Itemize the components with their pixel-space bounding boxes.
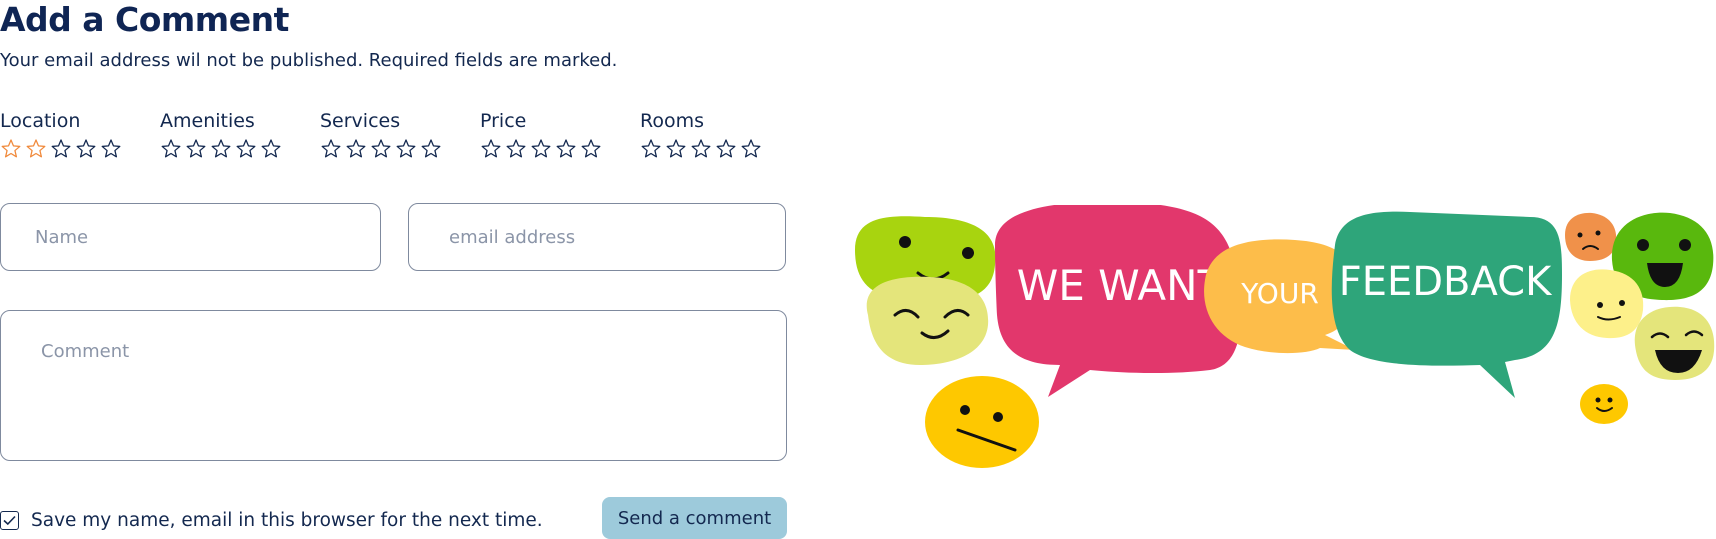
star-icon[interactable] [555,138,577,160]
star-icon[interactable] [75,138,97,160]
save-info-label: Save my name, email in this browser for … [31,510,543,531]
star-icon[interactable] [50,138,72,160]
star-icon[interactable] [420,138,442,160]
star-icon[interactable] [395,138,417,160]
form-subtitle: Your email address wil not be published.… [0,50,618,71]
star-icon[interactable] [530,138,552,160]
rating-amenities: Amenities [160,110,310,160]
star-icon[interactable] [480,138,502,160]
face-orange-sad-icon [1565,212,1617,261]
star-icon[interactable] [370,138,392,160]
rating-label-price: Price [480,110,527,132]
bubble-feedback: FEEDBACK [1331,211,1562,398]
bubble-text-feedback: FEEDBACK [1339,259,1553,305]
star-icon[interactable] [185,138,207,160]
star-icon[interactable] [0,138,22,160]
rating-label-rooms: Rooms [640,110,705,132]
star-icon[interactable] [580,138,602,160]
star-icon[interactable] [210,138,232,160]
page-title: Add a Comment [0,0,289,39]
star-icon[interactable] [160,138,182,160]
star-icon[interactable] [320,138,342,160]
face-cream-icon [1570,269,1644,339]
star-icon[interactable] [505,138,527,160]
star-icon[interactable] [640,138,662,160]
comment-page: Add a Comment Your email address wil not… [0,0,1716,539]
comment-textarea[interactable] [0,310,787,461]
star-rating-location [0,138,150,160]
star-icon[interactable] [235,138,257,160]
feedback-illustration: WE WANT YOUR FEEDBACK [855,205,1715,468]
name-input[interactable] [0,203,381,271]
rating-rooms: Rooms [640,110,790,160]
star-rating-amenities [160,138,310,160]
rating-label-amenities: Amenities [160,110,255,132]
checkmark-icon [3,515,16,526]
star-rating-rooms [640,138,790,160]
bubble-text-your: YOUR [1240,277,1319,310]
save-info-row: Save my name, email in this browser for … [0,510,543,531]
rating-label-services: Services [320,110,401,132]
rating-price: Price [480,110,630,160]
save-info-checkbox[interactable] [0,511,19,530]
face-pale-laugh-icon [1634,306,1715,380]
star-icon[interactable] [345,138,367,160]
star-icon[interactable] [25,138,47,160]
star-rating-services [320,138,470,160]
face-yellow-icon [925,376,1039,468]
bubble-text-we-want: WE WANT [1017,261,1224,310]
star-icon[interactable] [665,138,687,160]
star-rating-price [480,138,630,160]
star-icon[interactable] [690,138,712,160]
star-icon[interactable] [260,138,282,160]
rating-location: Location [0,110,150,160]
bubble-we-want: WE WANT [995,205,1241,397]
send-comment-button[interactable]: Send a comment [602,497,787,539]
rating-services: Services [320,110,470,160]
face-pale-yellow-icon [866,276,989,365]
email-input[interactable] [408,203,786,271]
face-small-yellow-icon [1580,384,1628,424]
star-icon[interactable] [100,138,122,160]
star-icon[interactable] [740,138,762,160]
star-icon[interactable] [715,138,737,160]
rating-label-location: Location [0,110,81,132]
